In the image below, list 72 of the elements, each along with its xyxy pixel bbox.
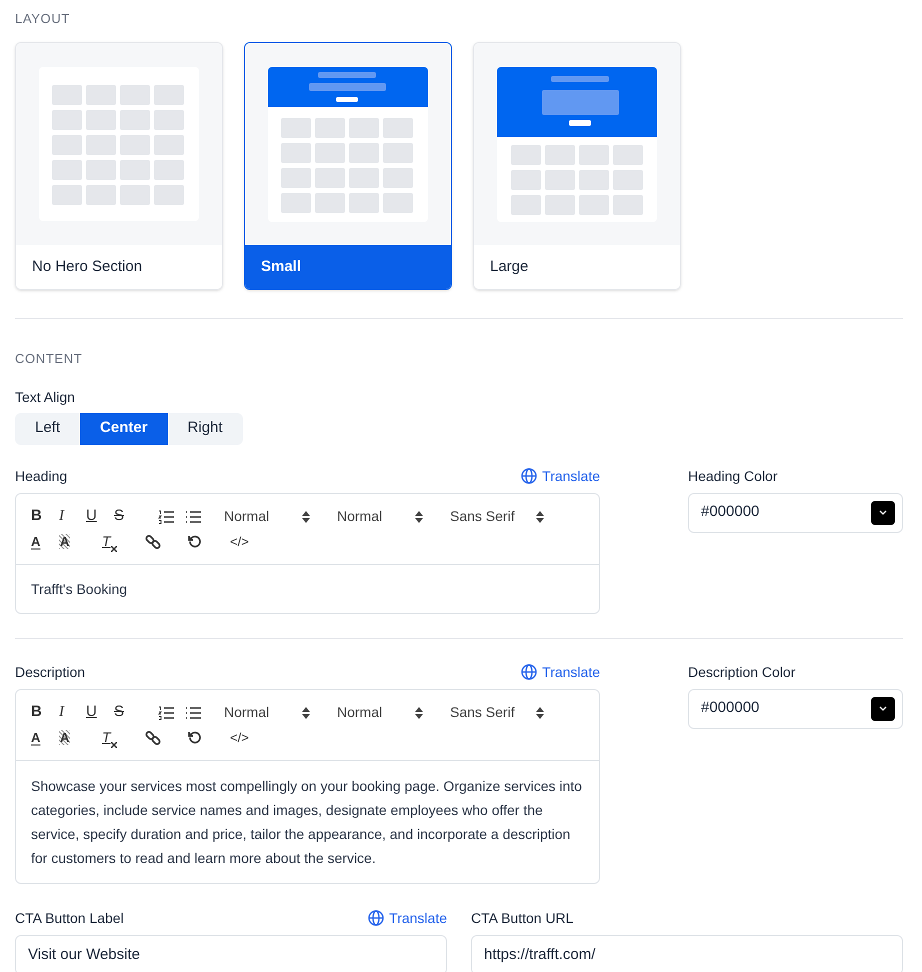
link-icon bbox=[145, 730, 161, 746]
color-swatch-button[interactable] bbox=[871, 696, 895, 720]
clear-format-button[interactable]: T bbox=[102, 727, 145, 748]
globe-icon bbox=[368, 910, 384, 926]
cross-icon bbox=[110, 742, 117, 748]
field-label: Description Color bbox=[688, 662, 796, 682]
option-label: Small bbox=[261, 256, 302, 277]
link-icon bbox=[145, 534, 161, 550]
globe-icon bbox=[521, 664, 538, 680]
sort-arrows-icon bbox=[415, 706, 423, 718]
color-swatch-button[interactable] bbox=[871, 500, 895, 524]
chevron-down-icon bbox=[879, 510, 887, 515]
field-label: CTA Button URL bbox=[471, 908, 574, 928]
underline-button[interactable]: U bbox=[86, 505, 114, 528]
field-label: Description bbox=[15, 662, 86, 682]
color-input[interactable]: #000000 bbox=[688, 492, 903, 532]
format-select[interactable]: Sans Serif bbox=[450, 506, 544, 527]
text-color-button[interactable]: A bbox=[31, 728, 59, 748]
format-select[interactable]: Normal bbox=[224, 506, 310, 527]
globe-icon bbox=[521, 468, 538, 484]
undo-icon bbox=[187, 730, 202, 745]
align-option[interactable]: Center bbox=[80, 412, 168, 444]
color-input[interactable]: #000000 bbox=[688, 688, 903, 728]
format-select[interactable]: Normal bbox=[337, 702, 423, 723]
translate-link[interactable]: Translate bbox=[521, 662, 600, 682]
align-option[interactable]: Right bbox=[168, 412, 243, 444]
translate-link[interactable]: Translate bbox=[521, 466, 600, 486]
chevron-down-icon bbox=[879, 706, 887, 711]
italic-button[interactable]: I bbox=[59, 505, 86, 528]
text-input[interactable]: https://trafft.com/ bbox=[471, 934, 903, 972]
clear-format-button[interactable]: T bbox=[102, 531, 145, 552]
sort-arrows-icon bbox=[415, 510, 423, 522]
sort-arrows-icon bbox=[302, 510, 310, 522]
translate-link[interactable]: Translate bbox=[368, 908, 447, 928]
bullet-list-icon bbox=[185, 510, 201, 524]
field-label: CTA Button Label bbox=[15, 908, 124, 928]
code-button[interactable]: </> bbox=[230, 728, 249, 748]
cross-icon bbox=[110, 546, 117, 552]
highlight-button[interactable]: A bbox=[59, 532, 102, 552]
sort-arrows-icon bbox=[536, 510, 544, 522]
highlight-button[interactable]: A bbox=[59, 728, 102, 748]
align-option[interactable]: Left bbox=[15, 412, 80, 444]
field-label: Heading bbox=[15, 466, 68, 486]
field-label: Heading Color bbox=[688, 466, 778, 486]
text-color-button[interactable]: A bbox=[31, 532, 59, 552]
editor-text[interactable]: Showcase your services most compellingly on your booking page. Organize services into categories, include service names and images, designate employees who offer the service, specify duration and price, tailor the appearance, and incorporate a description for customers to read and learn more about the service. bbox=[31, 774, 584, 870]
code-button[interactable]: </> bbox=[230, 532, 249, 552]
numbered-list-icon bbox=[158, 510, 174, 524]
underline-button[interactable]: U bbox=[86, 701, 114, 724]
layout-option[interactable]: Large bbox=[473, 42, 681, 290]
option-label: No Hero Section bbox=[32, 256, 142, 277]
strikethrough-button[interactable]: S bbox=[114, 701, 158, 724]
strikethrough-button[interactable]: S bbox=[114, 505, 158, 528]
bold-button[interactable]: B bbox=[31, 701, 59, 724]
format-select[interactable]: Normal bbox=[224, 702, 310, 723]
bullet-list-icon bbox=[185, 706, 201, 720]
sort-arrows-icon bbox=[536, 706, 544, 718]
layout-option[interactable]: No Hero Section bbox=[15, 42, 223, 290]
italic-button[interactable]: I bbox=[59, 701, 86, 724]
layout-option[interactable]: Small bbox=[244, 42, 452, 290]
undo-icon bbox=[187, 534, 202, 549]
field-label: Text Align bbox=[15, 388, 76, 407]
editor-text[interactable]: Trafft's Booking bbox=[31, 580, 584, 598]
numbered-list-icon bbox=[158, 706, 174, 720]
format-select[interactable]: Normal bbox=[337, 506, 423, 527]
format-select[interactable]: Sans Serif bbox=[450, 702, 544, 723]
section-title: LAYOUT bbox=[15, 10, 71, 28]
sort-arrows-icon bbox=[302, 706, 310, 718]
section-title: CONTENT bbox=[15, 350, 84, 368]
bold-button[interactable]: B bbox=[31, 505, 59, 528]
text-input[interactable]: Visit our Website bbox=[15, 934, 447, 972]
option-label: Large bbox=[490, 256, 528, 277]
